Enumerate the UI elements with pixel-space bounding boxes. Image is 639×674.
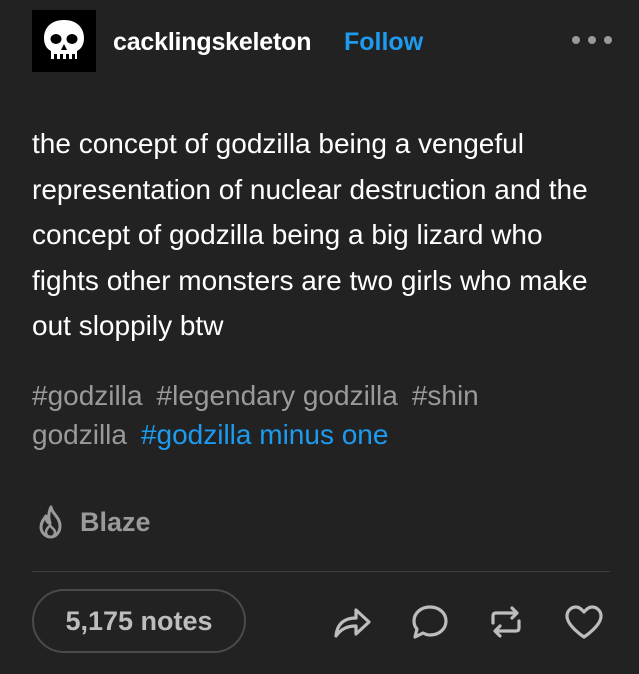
dot [572, 36, 580, 44]
tag-link[interactable]: #legendary godzilla [157, 380, 398, 411]
dot [588, 36, 596, 44]
tag-link[interactable]: #godzilla [32, 380, 143, 411]
reblog-icon[interactable] [484, 598, 528, 646]
blaze-label: Blaze [80, 506, 151, 537]
divider [32, 571, 610, 572]
dot [604, 36, 612, 44]
like-icon[interactable] [562, 598, 606, 646]
post-header: cacklingskeleton Follow [32, 10, 612, 72]
blaze-button[interactable]: Blaze [34, 502, 151, 542]
follow-button[interactable]: Follow [344, 28, 423, 57]
skull-icon [44, 20, 84, 59]
post-body: the concept of godzilla being a vengeful… [32, 128, 588, 341]
notes-button[interactable]: 5,175 notes [32, 589, 246, 653]
share-icon[interactable] [330, 598, 374, 646]
username[interactable]: cacklingskeleton [113, 28, 311, 57]
tag-link-active[interactable]: #godzilla minus one [141, 419, 389, 450]
reply-icon[interactable] [408, 598, 452, 646]
post-actions [330, 598, 610, 646]
tag-list: #godzilla #legendary godzilla #shin godzil… [32, 376, 602, 454]
avatar[interactable] [32, 10, 96, 72]
flame-icon [39, 505, 62, 539]
more-options-icon[interactable] [572, 36, 612, 48]
